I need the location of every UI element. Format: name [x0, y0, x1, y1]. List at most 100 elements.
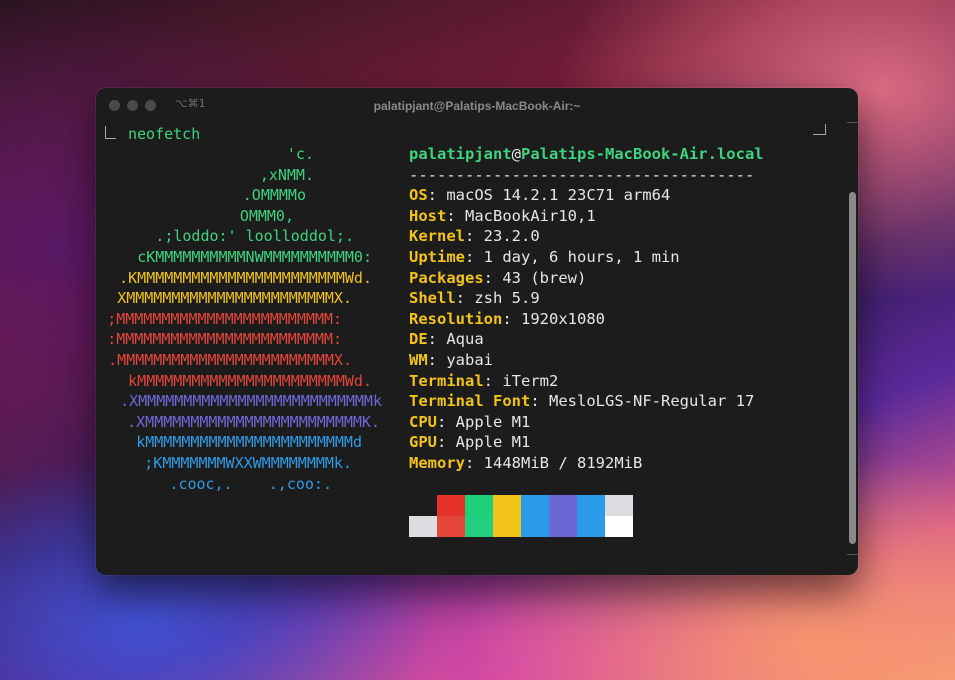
info-row: DE: Aqua	[409, 329, 484, 350]
terminal-window[interactable]: ⌥⌘1 palatipjant@Palatips-MacBook-Air:~ n…	[96, 88, 858, 575]
ascii-line: kMMMMMMMMMMMMMMMMMMMMMMMd	[136, 433, 362, 452]
info-value: yabai	[446, 351, 494, 369]
ascii-line: XMMMMMMMMMMMMMMMMMMMMMMMX.	[117, 289, 352, 308]
color-swatch	[409, 516, 437, 537]
color-palette	[409, 495, 634, 537]
ascii-line: OMMM0,	[239, 206, 294, 225]
ascii-line: .OMMMMo	[242, 186, 306, 205]
user-host-line: palatipjant@Palatips-MacBook-Air.local	[409, 144, 764, 165]
color-swatch	[465, 495, 493, 516]
info-colon: :	[502, 309, 521, 328]
ascii-line: .cooc,. .,coo:.	[169, 474, 332, 493]
at-sign: @	[511, 145, 521, 163]
info-key: WM	[409, 351, 428, 369]
color-swatch	[549, 516, 577, 537]
info-row: CPU: Apple M1	[409, 412, 530, 433]
window-title: palatipjant@Palatips-MacBook-Air:~	[373, 99, 581, 113]
separator-line: -------------------------------------	[409, 165, 755, 184]
info-row: Terminal Font: MesloLGS-NF-Regular 17	[409, 391, 754, 412]
ascii-line: ;MMMMMMMMMMMMMMMMMMMMMMMM:	[107, 309, 342, 328]
info-value: Apple M1	[455, 412, 531, 431]
info-key: Uptime	[409, 248, 465, 266]
info-colon: :	[483, 268, 503, 287]
ascii-line: 'c.	[286, 145, 314, 163]
info-key: Resolution	[409, 309, 503, 328]
info-row: Resolution: 1920x1080	[409, 309, 605, 330]
info-value: macOS 14.2.1 23C71 arm64	[446, 186, 671, 205]
info-colon: :	[427, 186, 447, 205]
scrollbar-bottom-divider	[847, 554, 858, 555]
info-key: GPU	[409, 433, 437, 452]
info-value: 1 day, 6 hours, 1 min	[483, 248, 680, 266]
info-row: Kernel: 23.2.0	[409, 226, 540, 247]
color-swatch	[493, 495, 521, 516]
color-swatch	[521, 495, 549, 516]
color-swatch	[493, 516, 521, 537]
info-value: zsh 5.9	[474, 289, 540, 308]
info-row: OS: macOS 14.2.1 23C71 arm64	[409, 185, 670, 206]
color-swatch	[577, 516, 605, 537]
prompt-corner-left-icon	[105, 126, 116, 139]
info-value: iTerm2	[502, 371, 559, 390]
info-key: Terminal	[409, 371, 484, 390]
color-swatch	[437, 495, 465, 516]
info-colon: :	[530, 392, 549, 411]
info-colon: :	[446, 206, 465, 225]
info-colon: :	[427, 351, 447, 369]
info-colon: :	[465, 454, 484, 472]
info-colon: :	[483, 371, 503, 390]
scrollbar[interactable]	[847, 122, 858, 575]
ascii-line: kMMMMMMMMMMMMMMMMMMMMMMMWd.	[128, 371, 372, 390]
info-row: Host: MacBookAir10,1	[409, 206, 596, 227]
info-key: Memory	[409, 454, 465, 472]
scrollbar-top-divider	[847, 122, 858, 123]
info-row: Uptime: 1 day, 6 hours, 1 min	[409, 247, 680, 268]
ascii-line: .;loddo:' loolloddol;.	[155, 227, 354, 246]
ascii-line: .MMMMMMMMMMMMMMMMMMMMMMMMX.	[108, 351, 352, 369]
hostname: Palatips-MacBook-Air.local	[521, 145, 764, 163]
info-key: Terminal Font	[409, 392, 531, 411]
title-bar[interactable]: ⌥⌘1 palatipjant@Palatips-MacBook-Air:~	[96, 88, 858, 122]
color-swatch	[409, 495, 437, 516]
ascii-line: :MMMMMMMMMMMMMMMMMMMMMMMM:	[107, 330, 342, 349]
color-swatch	[521, 516, 549, 537]
info-colon: :	[465, 227, 484, 246]
info-key: CPU	[409, 412, 437, 431]
info-key: OS	[409, 186, 428, 205]
scrollbar-thumb[interactable]	[849, 192, 856, 544]
ascii-line: .XMMMMMMMMMMMMMMMMMMMMMMMMK.	[127, 412, 380, 431]
color-swatch	[605, 495, 633, 516]
info-row: GPU: Apple M1	[409, 432, 530, 453]
color-swatch	[605, 516, 633, 537]
info-value: 23.2.0	[483, 227, 540, 246]
info-key: Shell	[409, 289, 456, 308]
ascii-line: cKMMMMMMMMMMNWMMMMMMMMMM0:	[137, 248, 372, 266]
color-swatch	[437, 516, 465, 537]
info-row: Shell: zsh 5.9	[409, 288, 540, 309]
ascii-line: .KMMMMMMMMMMMMMMMMMMMMMMMWd.	[119, 268, 372, 287]
info-colon: :	[427, 330, 447, 349]
ascii-line: ;KMMMMMMMWXXWMMMMMMMMk.	[144, 454, 352, 472]
info-value: MesloLGS-NF-Regular 17	[549, 392, 755, 411]
info-value: MacBookAir10,1	[465, 206, 596, 225]
info-row: Memory: 1448MiB / 8192MiB	[409, 453, 642, 474]
info-row: Packages: 43 (brew)	[409, 268, 586, 289]
info-colon: :	[437, 433, 456, 452]
prompt-command: neofetch	[128, 125, 201, 143]
info-value: Apple M1	[455, 433, 531, 452]
username: palatipjant	[409, 145, 512, 163]
color-swatch	[465, 516, 493, 537]
ascii-line: .XMMMMMMMMMMMMMMMMMMMMMMMMMMk	[120, 392, 382, 411]
info-value: 1920x1080	[521, 309, 605, 328]
color-swatch	[549, 495, 577, 516]
info-colon: :	[455, 289, 475, 308]
info-key: Host	[409, 206, 447, 225]
prompt-corner-right-icon	[813, 124, 826, 135]
info-value: 1448MiB / 8192MiB	[483, 454, 643, 472]
info-key: Kernel	[409, 227, 465, 246]
info-value: Aqua	[446, 330, 484, 349]
ascii-line: ,xNMM.	[259, 165, 314, 184]
info-colon: :	[465, 248, 484, 266]
info-value: 43 (brew)	[502, 268, 587, 287]
info-row: WM: yabai	[409, 350, 493, 371]
